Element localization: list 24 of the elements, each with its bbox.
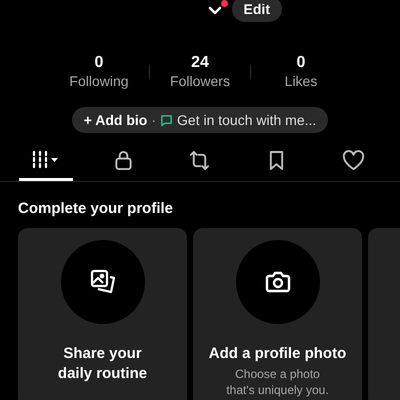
heart-icon [342, 150, 366, 170]
separator-dot: · [151, 112, 156, 128]
suggestion-card[interactable]: Share your daily routine [18, 228, 187, 400]
repost-icon [188, 150, 212, 170]
stat-label[interactable]: Followers [170, 72, 230, 90]
section-title: Complete your profile [18, 200, 174, 218]
suggestion-card[interactable]: Add a profile photo Choose a photo that's uniquely you. [193, 228, 362, 400]
chevron-down-icon[interactable] [208, 6, 222, 16]
chat-bubble-icon [160, 114, 174, 126]
add-bio-link[interactable]: + Add bio [84, 112, 148, 128]
contact-link[interactable]: Get in touch with me... [177, 112, 316, 128]
stat-label[interactable]: Likes [284, 72, 318, 90]
card-subtitle: Choose a photo that's uniquely you. [225, 366, 330, 398]
photos-icon [90, 269, 116, 295]
stat-label[interactable]: Following [69, 72, 129, 90]
lock-icon [114, 150, 133, 170]
camera-icon [264, 270, 292, 294]
edit-button[interactable]: Edit [232, 0, 282, 22]
stat-count: 0 [94, 53, 104, 72]
card-title: Share your daily routine [56, 344, 148, 384]
stat-count: 0 [296, 53, 306, 72]
stat-count: 24 [191, 53, 209, 72]
bookmark-icon [268, 150, 286, 170]
card-title: Add a profile photo [208, 344, 348, 364]
